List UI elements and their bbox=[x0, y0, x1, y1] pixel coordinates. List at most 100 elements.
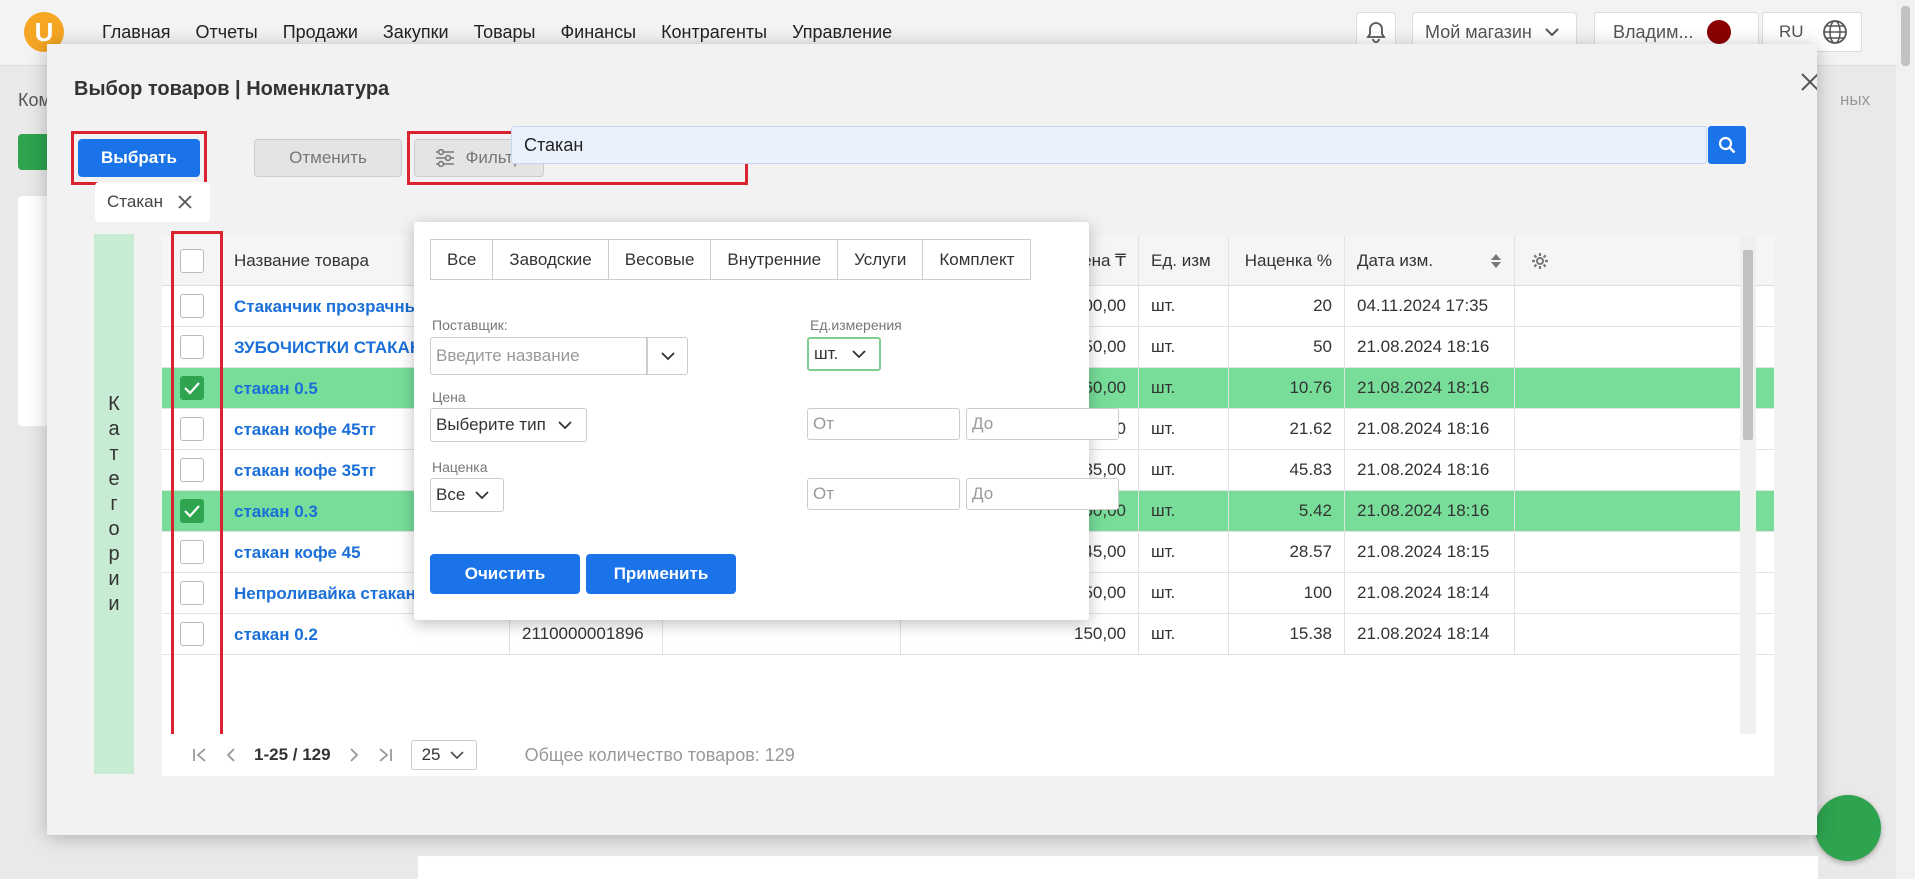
row-checkbox[interactable] bbox=[179, 417, 204, 441]
supplier-dropdown-button[interactable] bbox=[647, 337, 688, 375]
filter-tab-factory[interactable]: Заводские bbox=[493, 240, 609, 279]
markup-cell: 50 bbox=[1229, 327, 1345, 367]
floating-action-button[interactable] bbox=[1815, 795, 1881, 861]
select-all-cell bbox=[162, 236, 222, 286]
unit-value: шт. bbox=[814, 344, 839, 363]
row-select-cell bbox=[162, 409, 222, 449]
nav-item-sales[interactable]: Продажи bbox=[283, 22, 358, 43]
markup-cell: 21.62 bbox=[1229, 409, 1345, 449]
next-page-icon[interactable] bbox=[349, 747, 359, 763]
main-nav: Главная Отчеты Продажи Закупки Товары Фи… bbox=[102, 22, 892, 43]
markup-cell: 20 bbox=[1229, 286, 1345, 326]
supplier-input[interactable]: Введите название bbox=[430, 337, 647, 375]
nav-item-reports[interactable]: Отчеты bbox=[196, 22, 258, 43]
row-checkbox[interactable] bbox=[179, 294, 204, 318]
filter-tab-kit[interactable]: Комплект bbox=[923, 240, 1030, 279]
categories-letter: и bbox=[108, 592, 120, 615]
row-checkbox[interactable] bbox=[179, 622, 204, 646]
price-to-input[interactable]: До bbox=[966, 408, 1119, 440]
search-chip: Стакан bbox=[95, 182, 210, 222]
nav-item-finance[interactable]: Финансы bbox=[560, 22, 636, 43]
modal-title: Выбор товаров | Номенклатура bbox=[74, 78, 390, 100]
last-page-icon[interactable] bbox=[377, 747, 393, 763]
search-chip-label: Стакан bbox=[107, 192, 163, 211]
price-from-input[interactable]: От bbox=[807, 408, 960, 440]
row-actions-cell bbox=[1515, 450, 1565, 490]
unit-select[interactable]: шт. bbox=[807, 337, 881, 371]
unit-cell: шт. bbox=[1139, 327, 1229, 367]
markup-from-input[interactable]: От bbox=[807, 478, 960, 510]
close-icon bbox=[1801, 73, 1817, 91]
search-input[interactable] bbox=[511, 126, 1707, 164]
avatar bbox=[1707, 20, 1732, 44]
unit-cell: шт. bbox=[1139, 573, 1229, 613]
store-name: Мой магазин bbox=[1425, 21, 1532, 42]
nav-item-management[interactable]: Управление bbox=[792, 22, 892, 43]
categories-letter: а bbox=[108, 417, 120, 440]
categories-letter: К bbox=[108, 392, 120, 415]
nav-item-home[interactable]: Главная bbox=[102, 22, 171, 43]
cancel-button[interactable]: Отменить bbox=[254, 139, 402, 177]
product-name-link[interactable]: стакан 0.2 bbox=[222, 614, 510, 654]
column-header-markup[interactable]: Наценка % bbox=[1229, 236, 1345, 286]
categories-panel-toggle[interactable]: К а т е г о р и и bbox=[94, 234, 134, 774]
unit-cell: шт. bbox=[1139, 286, 1229, 326]
price-type-select[interactable]: Выберите тип bbox=[430, 408, 587, 442]
total-count: Общее количество товаров: 129 bbox=[524, 744, 795, 765]
nav-item-products[interactable]: Товары bbox=[474, 22, 536, 43]
categories-letter: г bbox=[110, 492, 118, 515]
row-checkbox[interactable] bbox=[179, 499, 204, 523]
globe-icon bbox=[1822, 20, 1847, 44]
check-icon bbox=[183, 382, 200, 395]
price-cell: 150,00 bbox=[901, 614, 1139, 654]
table-scrollbar[interactable] bbox=[1740, 236, 1756, 776]
row-actions-cell bbox=[1515, 491, 1565, 531]
close-button[interactable] bbox=[1794, 66, 1817, 98]
row-checkbox[interactable] bbox=[179, 376, 204, 400]
pagination: 1-25 / 129 25 Общее количество товаров: … bbox=[162, 734, 1774, 776]
select-all-checkbox[interactable] bbox=[179, 249, 204, 273]
row-checkbox[interactable] bbox=[179, 581, 204, 605]
sort-icon[interactable] bbox=[1490, 253, 1502, 269]
date-cell: 21.08.2024 18:16 bbox=[1345, 450, 1515, 490]
filter-tab-services[interactable]: Услуги bbox=[838, 240, 924, 279]
chevron-down-icon bbox=[660, 352, 675, 361]
column-header-unit[interactable]: Ед. изм bbox=[1139, 236, 1229, 286]
table-row[interactable]: стакан 0.2 2110000001896 150,00 шт. 15.38 21.… bbox=[162, 614, 1774, 655]
filter-tab-all[interactable]: Все bbox=[431, 240, 494, 279]
filter-tab-weighted[interactable]: Весовые bbox=[609, 240, 712, 279]
unit-cell: шт. bbox=[1139, 532, 1229, 572]
markup-select[interactable]: Все bbox=[430, 478, 504, 512]
categories-letter: е bbox=[108, 467, 120, 490]
page-size-select[interactable]: 25 bbox=[410, 740, 477, 770]
row-select-cell bbox=[162, 368, 222, 408]
categories-letter: р bbox=[108, 542, 120, 565]
search-button[interactable] bbox=[1708, 126, 1746, 164]
nav-item-purchases[interactable]: Закупки bbox=[383, 22, 449, 43]
gear-icon[interactable] bbox=[1531, 252, 1549, 270]
filter-type-tabs: Все Заводские Весовые Внутренние Услуги … bbox=[430, 239, 1032, 280]
row-checkbox[interactable] bbox=[179, 540, 204, 564]
row-checkbox[interactable] bbox=[179, 458, 204, 482]
prev-page-icon[interactable] bbox=[226, 747, 236, 763]
nav-item-contractors[interactable]: Контрагенты bbox=[661, 22, 767, 43]
supplier-label: Поставщик: bbox=[432, 317, 508, 333]
date-cell: 21.08.2024 18:15 bbox=[1345, 532, 1515, 572]
barcode-cell: 2110000001896 bbox=[510, 614, 663, 654]
markup-to-input[interactable]: До bbox=[966, 478, 1119, 510]
column-header-date[interactable]: Дата изм. bbox=[1345, 236, 1515, 286]
background-panel-bottom bbox=[418, 856, 1818, 879]
page-scrollbar[interactable] bbox=[1896, 0, 1915, 879]
apply-button[interactable]: Применить bbox=[586, 554, 736, 594]
close-icon[interactable] bbox=[177, 194, 193, 210]
row-checkbox[interactable] bbox=[179, 335, 204, 359]
select-button[interactable]: Выбрать bbox=[78, 139, 200, 177]
first-page-icon[interactable] bbox=[192, 747, 208, 763]
chevron-down-icon bbox=[475, 490, 489, 499]
filter-tab-internal[interactable]: Внутренние bbox=[711, 240, 839, 279]
markup-label: Наценка bbox=[432, 459, 488, 475]
unit-cell: шт. bbox=[1139, 409, 1229, 449]
markup-cell: 45.83 bbox=[1229, 450, 1345, 490]
clear-button[interactable]: Очистить bbox=[430, 554, 580, 594]
chevron-down-icon bbox=[450, 750, 465, 759]
